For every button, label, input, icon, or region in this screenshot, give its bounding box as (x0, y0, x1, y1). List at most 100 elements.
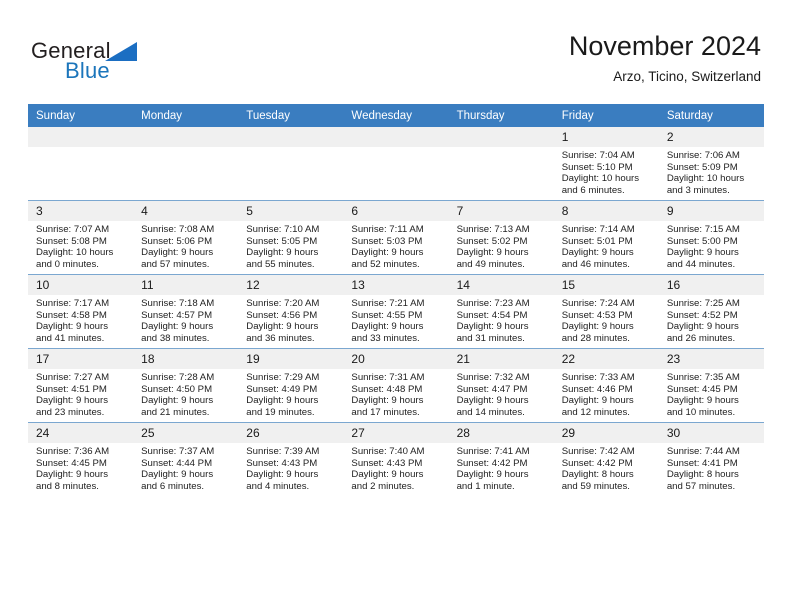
sunrise-text: Sunrise: 7:41 AM (456, 446, 530, 457)
weekday-header-sunday: Sunday (28, 104, 134, 127)
calendar-cell-empty (238, 127, 344, 201)
calendar-day-cell[interactable]: 14 Sunrise: 7:23 AM Sunset: 4:54 PM Dayligh… (448, 274, 554, 349)
sunset-text: Sunset: 4:45 PM (36, 457, 107, 469)
day-number: 24 (28, 423, 134, 443)
day-cell-inner: 11 Sunrise: 7:18 AM Sunset: 4:57 PM Dayligh… (133, 275, 239, 348)
sunset-text: Sunset: 4:42 PM (561, 457, 633, 469)
day-cell-details: Sunrise: 7:39 AM Sunset: 4:43 PM Daylight:… (238, 443, 343, 492)
calendar-day-cell[interactable]: 8 Sunrise: 7:14 AM Sunset: 5:01 PM Daylight… (553, 200, 659, 275)
sunset-text: Sunset: 4:47 PM (456, 383, 528, 395)
sunset-text: Sunset: 4:41 PM (666, 457, 738, 469)
calendar-day-cell[interactable]: 13 Sunrise: 7:21 AM Sunset: 4:55 PM Dayligh… (343, 274, 449, 349)
calendar-day-cell[interactable]: 22 Sunrise: 7:33 AM Sunset: 4:46 PM Dayligh… (553, 348, 659, 423)
day-number: 7 (448, 201, 554, 221)
day-number: 3 (28, 201, 134, 221)
day-cell-inner: 10 Sunrise: 7:17 AM Sunset: 4:58 PM Dayligh… (28, 275, 134, 348)
daylight-text-line1: Daylight: 9 hours (246, 321, 319, 333)
day-cell-details: Sunrise: 7:23 AM Sunset: 4:54 PM Daylight:… (449, 295, 554, 344)
sunset-text: Sunset: 4:43 PM (351, 457, 423, 469)
calendar-day-cell[interactable]: 17 Sunrise: 7:27 AM Sunset: 4:51 PM Dayligh… (28, 348, 134, 423)
daylight-text-line1: Daylight: 9 hours (456, 469, 529, 481)
daylight-text-line2: and 0 minutes. (36, 258, 99, 270)
daylight-text-line2: and 17 minutes. (351, 406, 420, 418)
calendar-day-cell[interactable]: 2 Sunrise: 7:06 AM Sunset: 5:09 PM Daylight… (658, 127, 764, 201)
day-cell-inner: 24 Sunrise: 7:36 AM Sunset: 4:45 PM Dayligh… (28, 423, 134, 496)
sunset-text: Sunset: 5:02 PM (456, 235, 528, 247)
daylight-text-line2: and 10 minutes. (666, 406, 736, 418)
daylight-text-line1: Daylight: 9 hours (456, 247, 529, 259)
sunset-text: Sunset: 4:45 PM (666, 383, 738, 395)
calendar-day-cell[interactable]: 1 Sunrise: 7:04 AM Sunset: 5:10 PM Daylight… (553, 127, 659, 201)
daylight-text-line1: Daylight: 9 hours (351, 247, 424, 259)
calendar-day-cell[interactable]: 6 Sunrise: 7:11 AM Sunset: 5:03 PM Daylight… (343, 200, 449, 275)
calendar-day-cell[interactable]: 7 Sunrise: 7:13 AM Sunset: 5:02 PM Daylight… (448, 200, 554, 275)
daylight-text-line2: and 46 minutes. (561, 258, 630, 270)
calendar-day-cell[interactable]: 16 Sunrise: 7:25 AM Sunset: 4:52 PM Dayligh… (658, 274, 764, 349)
sunrise-text: Sunrise: 7:11 AM (351, 224, 424, 235)
calendar-day-cell[interactable]: 30 Sunrise: 7:44 AM Sunset: 4:41 PM Dayligh… (658, 422, 764, 496)
calendar-day-cell[interactable]: 18 Sunrise: 7:28 AM Sunset: 4:50 PM Dayligh… (133, 348, 239, 423)
calendar-page: General Blue November 2024 Arzo, Ticino,… (0, 0, 792, 612)
day-number (238, 127, 344, 147)
daylight-text-line1: Daylight: 10 hours (36, 247, 114, 259)
calendar-day-cell[interactable]: 12 Sunrise: 7:20 AM Sunset: 4:56 PM Dayligh… (238, 274, 344, 349)
sunrise-text: Sunrise: 7:32 AM (456, 372, 530, 383)
calendar-day-cell[interactable]: 9 Sunrise: 7:15 AM Sunset: 5:00 PM Daylight… (658, 200, 764, 275)
day-number: 28 (448, 423, 554, 443)
calendar-day-cell[interactable]: 26 Sunrise: 7:39 AM Sunset: 4:43 PM Dayligh… (238, 422, 344, 496)
calendar-day-cell[interactable]: 27 Sunrise: 7:40 AM Sunset: 4:43 PM Dayligh… (343, 422, 449, 496)
sunrise-text: Sunrise: 7:07 AM (36, 224, 110, 235)
calendar-day-cell[interactable]: 20 Sunrise: 7:31 AM Sunset: 4:48 PM Dayligh… (343, 348, 449, 423)
daylight-text-line1: Daylight: 9 hours (666, 321, 739, 333)
calendar-week-row: 17 Sunrise: 7:27 AM Sunset: 4:51 PM Dayligh… (28, 348, 764, 423)
calendar-day-cell[interactable]: 24 Sunrise: 7:36 AM Sunset: 4:45 PM Dayligh… (28, 422, 134, 496)
calendar-cell-empty (448, 127, 554, 201)
calendar-day-cell[interactable]: 11 Sunrise: 7:18 AM Sunset: 4:57 PM Dayligh… (133, 274, 239, 349)
daylight-text-line1: Daylight: 9 hours (561, 395, 634, 407)
brand-logo[interactable]: General Blue (31, 38, 211, 86)
daylight-text-line2: and 31 minutes. (456, 332, 525, 344)
daylight-text-line1: Daylight: 9 hours (36, 395, 108, 407)
day-number (448, 127, 554, 147)
calendar-header-row: Sunday Monday Tuesday Wednesday Thursday… (28, 104, 764, 127)
calendar-day-cell[interactable]: 4 Sunrise: 7:08 AM Sunset: 5:06 PM Daylight… (133, 200, 239, 275)
daylight-text-line2: and 55 minutes. (246, 258, 315, 270)
page-title: November 2024 (568, 31, 761, 61)
day-number: 25 (133, 423, 239, 443)
calendar-day-cell[interactable]: 28 Sunrise: 7:41 AM Sunset: 4:42 PM Dayligh… (448, 422, 554, 496)
day-number: 9 (658, 201, 764, 221)
sunset-text: Sunset: 4:50 PM (141, 383, 213, 395)
calendar-week-row: 10 Sunrise: 7:17 AM Sunset: 4:58 PM Dayligh… (28, 274, 764, 349)
calendar-day-cell[interactable]: 23 Sunrise: 7:35 AM Sunset: 4:45 PM Dayligh… (658, 348, 764, 423)
page-header: General Blue November 2024 Arzo, Ticino,… (0, 0, 792, 104)
day-cell-details: Sunrise: 7:42 AM Sunset: 4:42 PM Daylight:… (554, 443, 659, 492)
day-cell-details: Sunrise: 7:14 AM Sunset: 5:01 PM Daylight:… (554, 221, 659, 270)
calendar-day-cell[interactable]: 19 Sunrise: 7:29 AM Sunset: 4:49 PM Dayligh… (238, 348, 344, 423)
daylight-text-line2: and 19 minutes. (246, 406, 315, 418)
sunset-text: Sunset: 4:46 PM (561, 383, 633, 395)
calendar-day-cell[interactable]: 25 Sunrise: 7:37 AM Sunset: 4:44 PM Dayligh… (133, 422, 239, 496)
calendar-day-cell[interactable]: 21 Sunrise: 7:32 AM Sunset: 4:47 PM Dayligh… (448, 348, 554, 423)
day-cell-details: Sunrise: 7:10 AM Sunset: 5:05 PM Daylight:… (238, 221, 343, 270)
day-cell-inner (343, 127, 449, 200)
calendar-day-cell[interactable]: 3 Sunrise: 7:07 AM Sunset: 5:08 PM Daylight… (28, 200, 134, 275)
calendar-day-cell[interactable]: 5 Sunrise: 7:10 AM Sunset: 5:05 PM Daylight… (238, 200, 344, 275)
daylight-text-line2: and 23 minutes. (36, 406, 105, 418)
day-cell-inner: 6 Sunrise: 7:11 AM Sunset: 5:03 PM Daylight… (343, 201, 449, 274)
day-number: 1 (553, 127, 659, 147)
daylight-text-line2: and 3 minutes. (666, 184, 730, 196)
day-cell-details (449, 147, 554, 150)
day-cell-inner (28, 127, 134, 200)
day-cell-inner: 28 Sunrise: 7:41 AM Sunset: 4:42 PM Dayligh… (448, 423, 554, 496)
day-cell-inner: 23 Sunrise: 7:35 AM Sunset: 4:45 PM Dayligh… (658, 349, 764, 422)
sunrise-text: Sunrise: 7:37 AM (141, 446, 215, 457)
calendar-day-cell[interactable]: 10 Sunrise: 7:17 AM Sunset: 4:58 PM Dayligh… (28, 274, 134, 349)
sunrise-text: Sunrise: 7:29 AM (246, 372, 320, 383)
day-cell-details: Sunrise: 7:21 AM Sunset: 4:55 PM Daylight:… (343, 295, 448, 344)
calendar-day-cell[interactable]: 29 Sunrise: 7:42 AM Sunset: 4:42 PM Dayligh… (553, 422, 659, 496)
calendar-day-cell[interactable]: 15 Sunrise: 7:24 AM Sunset: 4:53 PM Dayligh… (553, 274, 659, 349)
sunrise-text: Sunrise: 7:40 AM (351, 446, 425, 457)
day-cell-inner: 9 Sunrise: 7:15 AM Sunset: 5:00 PM Daylight… (658, 201, 764, 274)
sunset-text: Sunset: 4:48 PM (351, 383, 423, 395)
sunset-text: Sunset: 5:09 PM (666, 161, 738, 173)
